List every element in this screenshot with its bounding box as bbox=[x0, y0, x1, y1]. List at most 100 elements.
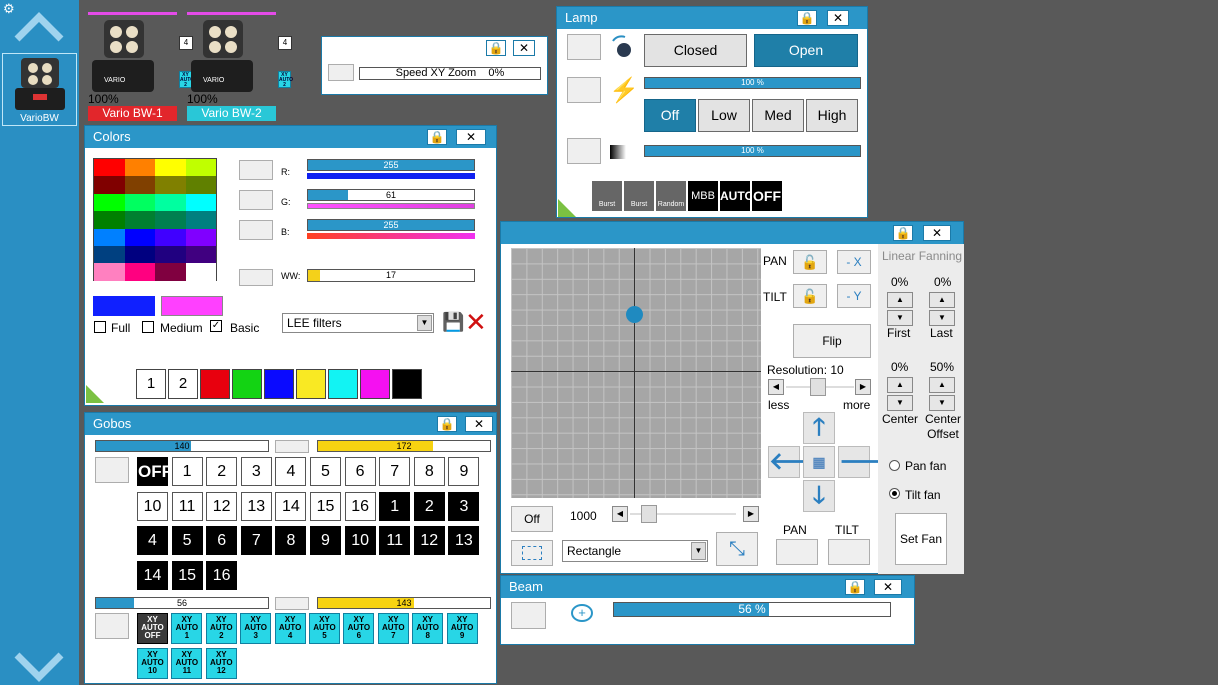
gobo-black-5[interactable]: 5 bbox=[171, 526, 203, 555]
gobo-white-10[interactable]: 10 bbox=[137, 491, 168, 521]
lamp-bar-1[interactable]: 100 % bbox=[644, 77, 861, 89]
pan-fan-radio[interactable] bbox=[889, 460, 900, 471]
xy-auto-5[interactable]: XY AUTO 5 bbox=[309, 613, 340, 644]
gobo-black-7[interactable]: 7 bbox=[240, 526, 272, 555]
arrow-up-icon[interactable]: 🡑 bbox=[803, 412, 835, 444]
palette-swatch[interactable] bbox=[155, 176, 186, 194]
b-button[interactable] bbox=[239, 220, 273, 240]
xy-auto-9[interactable]: XY AUTO 9 bbox=[446, 613, 478, 644]
lock-icon[interactable]: 🔒 bbox=[437, 416, 457, 432]
level-high[interactable]: High bbox=[806, 99, 858, 132]
gobo-white-13[interactable]: 13 bbox=[240, 491, 272, 521]
palette-swatch[interactable] bbox=[155, 211, 186, 229]
auto-button[interactable]: AUTO bbox=[720, 181, 754, 211]
lamp-bar-2[interactable]: 100 % bbox=[644, 145, 861, 157]
close-button[interactable]: ✕ bbox=[874, 579, 902, 595]
preset-1[interactable]: 1 bbox=[136, 369, 166, 399]
lock-icon[interactable]: 🔒 bbox=[486, 40, 506, 56]
chevron-up-icon[interactable] bbox=[14, 12, 64, 42]
close-button[interactable]: ✕ bbox=[465, 416, 493, 432]
palette-swatch[interactable] bbox=[94, 263, 125, 281]
burst-2-button[interactable]: Burst bbox=[624, 181, 654, 211]
flip-button[interactable]: Flip bbox=[793, 324, 871, 358]
set-fan-button[interactable]: Set Fan bbox=[895, 513, 947, 565]
close-button[interactable]: ✕ bbox=[513, 40, 535, 56]
speed-left-arrow[interactable]: ◀ bbox=[612, 506, 628, 522]
palette-swatch[interactable] bbox=[124, 159, 155, 177]
center-down-icon[interactable]: ▼ bbox=[887, 395, 913, 411]
add-corner-icon[interactable] bbox=[86, 385, 104, 403]
palette-swatch[interactable] bbox=[185, 159, 216, 177]
r-bar[interactable]: 255 bbox=[307, 159, 475, 171]
palette-swatch[interactable] bbox=[185, 193, 216, 212]
first-down-icon[interactable]: ▼ bbox=[887, 310, 913, 326]
add-corner-icon[interactable] bbox=[558, 199, 576, 217]
xy-auto-4[interactable]: XY AUTO 4 bbox=[274, 613, 306, 644]
last-down-icon[interactable]: ▼ bbox=[929, 310, 955, 326]
palette-swatch[interactable] bbox=[185, 246, 216, 264]
palette-swatch[interactable] bbox=[155, 193, 186, 212]
palette-swatch[interactable] bbox=[94, 193, 125, 212]
xy-auto-2[interactable]: XY AUTO 2 bbox=[205, 613, 237, 644]
save-icon[interactable]: 💾 bbox=[442, 312, 464, 332]
gobo-black-9[interactable]: 9 bbox=[310, 526, 341, 555]
gobo-white-4[interactable]: 4 bbox=[275, 457, 307, 486]
palette-swatch[interactable] bbox=[94, 159, 125, 177]
g-button[interactable] bbox=[239, 190, 273, 210]
lamp-button-1[interactable] bbox=[567, 34, 601, 60]
level-low[interactable]: Low bbox=[698, 99, 750, 132]
gobo-white-7[interactable]: 7 bbox=[379, 457, 411, 486]
xy-auto-12[interactable]: XY AUTO 12 bbox=[205, 648, 237, 679]
gobo-black-10[interactable]: 10 bbox=[344, 526, 376, 555]
preset-color-swatch[interactable] bbox=[328, 369, 358, 399]
gobo-off[interactable]: OFF bbox=[137, 457, 172, 486]
palette-swatch[interactable] bbox=[155, 228, 186, 246]
palette-swatch[interactable] bbox=[155, 263, 186, 281]
random-button[interactable]: Random bbox=[656, 181, 686, 211]
gobo-black-2[interactable]: 2 bbox=[413, 491, 445, 521]
medium-checkbox[interactable] bbox=[142, 321, 154, 333]
xy-auto-7[interactable]: XY AUTO 7 bbox=[377, 613, 409, 644]
gobo-white-1[interactable]: 1 bbox=[171, 457, 203, 486]
lamp-button-3[interactable] bbox=[567, 138, 601, 164]
speed-button[interactable] bbox=[328, 64, 354, 81]
palette-swatch[interactable] bbox=[124, 211, 155, 229]
speed-right-arrow[interactable]: ▶ bbox=[743, 506, 759, 522]
gobo-white-16[interactable]: 16 bbox=[344, 491, 376, 521]
palette-swatch[interactable] bbox=[185, 211, 216, 229]
preset-color-swatch[interactable] bbox=[264, 369, 294, 399]
basic-checkbox[interactable]: ✓ bbox=[210, 320, 222, 332]
g-bar[interactable]: 61 bbox=[307, 189, 475, 201]
gobo-black-3[interactable]: 3 bbox=[448, 491, 480, 521]
xy-pad[interactable] bbox=[511, 248, 761, 498]
gobo-white-2[interactable]: 2 bbox=[206, 457, 238, 486]
gobo-black-13[interactable]: 13 bbox=[448, 526, 480, 555]
off-effect-button[interactable]: OFF bbox=[752, 181, 782, 211]
preset-color-swatch[interactable] bbox=[360, 369, 390, 399]
last-up-icon[interactable]: ▲ bbox=[929, 292, 955, 308]
tilt-fan-radio[interactable] bbox=[889, 488, 900, 499]
gobo-bar-2[interactable]: 172 bbox=[317, 440, 491, 452]
xy-auto-11[interactable]: XY AUTO 11 bbox=[171, 648, 203, 679]
gobo-bar-4[interactable]: 143 bbox=[317, 597, 491, 609]
arrow-left-icon[interactable]: 🡐 bbox=[768, 446, 833, 478]
level-off[interactable]: Off bbox=[644, 99, 696, 132]
shape-icon-button[interactable] bbox=[511, 540, 553, 566]
gobo-black-11[interactable]: 11 bbox=[379, 526, 411, 555]
gobo-black-12[interactable]: 12 bbox=[413, 526, 445, 555]
level-med[interactable]: Med bbox=[752, 99, 804, 132]
mbb-button[interactable]: MBB bbox=[688, 181, 718, 211]
palette-swatch[interactable] bbox=[94, 246, 125, 264]
palette-swatch[interactable] bbox=[185, 176, 216, 194]
xy-auto-3[interactable]: XY AUTO 3 bbox=[240, 613, 272, 644]
full-checkbox[interactable] bbox=[94, 321, 106, 333]
r-button[interactable] bbox=[239, 160, 273, 180]
close-button[interactable]: ✕ bbox=[827, 10, 849, 26]
palette-swatch[interactable] bbox=[155, 159, 186, 177]
xy-auto-8[interactable]: XY AUTO 8 bbox=[412, 613, 444, 644]
shape-select[interactable]: Rectangle ▼ bbox=[562, 540, 708, 562]
arrow-right-icon[interactable]: 🡒 bbox=[838, 446, 903, 478]
minus-x-button[interactable]: - X bbox=[837, 250, 871, 274]
palette-swatch[interactable] bbox=[94, 176, 125, 194]
speed-thumb[interactable] bbox=[641, 505, 657, 523]
